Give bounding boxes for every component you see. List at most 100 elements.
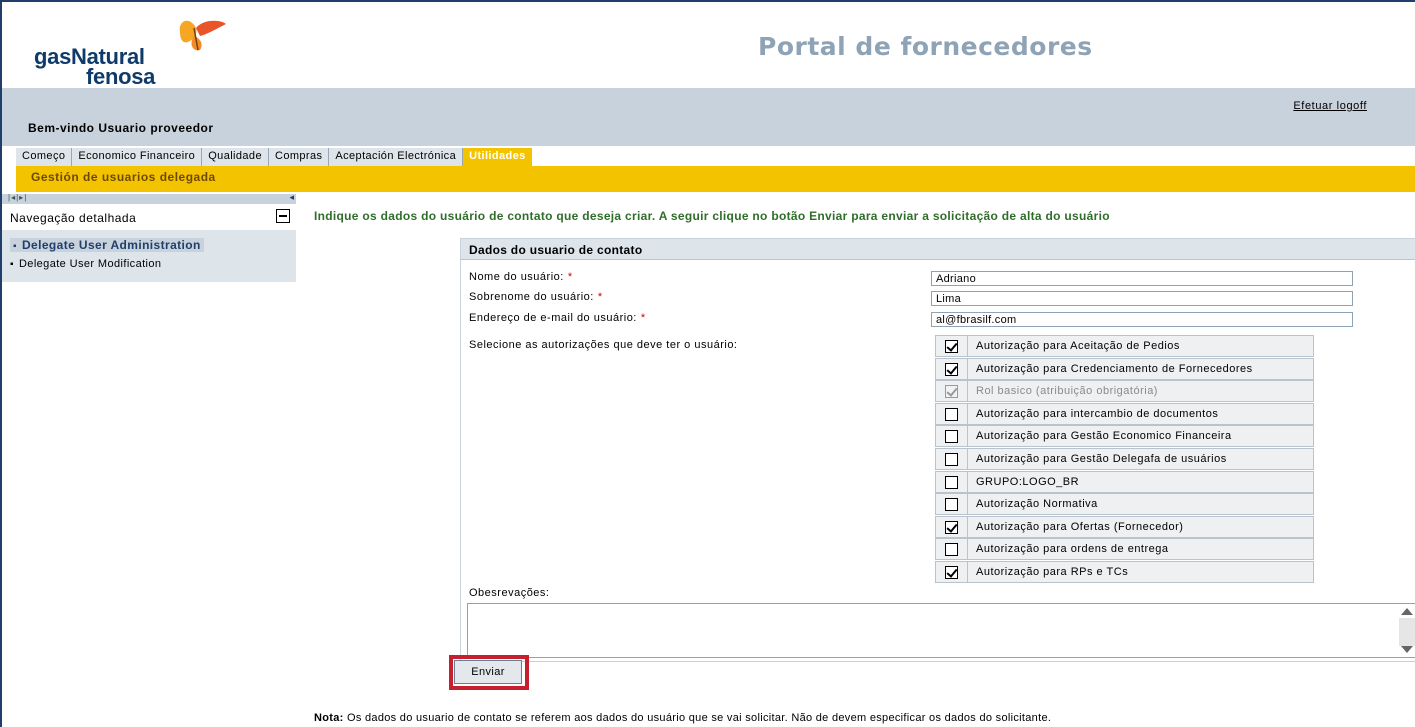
panel-resize-icon[interactable]: |◂|▸| bbox=[8, 193, 27, 202]
bullet-icon: ▪ bbox=[13, 241, 17, 252]
permission-checkbox[interactable] bbox=[945, 407, 958, 421]
scroll-up-icon[interactable] bbox=[1401, 608, 1413, 615]
tab-aceptacion-electronica[interactable]: Aceptación Electrónica bbox=[329, 148, 464, 166]
permission-row: Rol basico (atribuição obrigatória) bbox=[935, 380, 1314, 403]
permission-label: Autorização para intercambio de document… bbox=[976, 407, 1219, 420]
sub-navigation: Gestión de usuarios delegada bbox=[16, 166, 1415, 192]
nav-item-label: Delegate User Modification bbox=[18, 258, 162, 270]
permission-row: Autorização para ordens de entrega bbox=[935, 538, 1314, 561]
permission-checkbox bbox=[945, 385, 958, 399]
footer-note: Nota: Os dados do usuario de contato se … bbox=[314, 712, 1051, 724]
row-divider bbox=[967, 539, 968, 560]
permissions-label: Selecione as autorizações que deve ter o… bbox=[469, 339, 738, 351]
row-divider bbox=[967, 358, 968, 379]
instruction-text: Indique os dados do usuário de contato q… bbox=[314, 209, 1110, 223]
permission-row: Autorização para Aceitação de Pedios bbox=[935, 335, 1314, 357]
header: gasNatural fenosa Portal de fornecedores bbox=[2, 2, 1415, 89]
permissions-list: Autorização para Aceitação de Pedios Auto… bbox=[935, 335, 1314, 583]
row-divider bbox=[967, 562, 968, 582]
required-marker: * bbox=[640, 312, 646, 324]
submit-button[interactable]: Enviar bbox=[454, 660, 522, 684]
note-label: Nota: bbox=[314, 712, 344, 724]
permission-row: Autorização para intercambio de document… bbox=[935, 402, 1314, 425]
row-divider bbox=[967, 494, 968, 515]
permission-checkbox[interactable] bbox=[945, 475, 958, 489]
tab-economico-financeiro[interactable]: Economico Financeiro bbox=[72, 148, 203, 166]
email-label: Endereço de e-mail do usuário: * bbox=[469, 312, 646, 324]
permission-checkbox[interactable] bbox=[945, 498, 958, 512]
tab-utilidades[interactable]: Utilidades bbox=[463, 148, 532, 166]
permission-row: Autorização para Gestão Delegafa de usuá… bbox=[935, 448, 1314, 470]
logo-text-fenosa: fenosa bbox=[86, 64, 156, 89]
panel-collapse-bar: |◂|▸| ◂ bbox=[2, 192, 296, 204]
first-name-input[interactable] bbox=[931, 271, 1353, 286]
permission-checkbox[interactable] bbox=[945, 543, 958, 557]
detail-navigation-panel: |◂|▸| ◂ Navegação detalhada ▪ Delegate Us… bbox=[2, 192, 296, 282]
tab-compras[interactable]: Compras bbox=[268, 148, 330, 166]
permission-row: Autorização Normativa bbox=[935, 493, 1314, 516]
portal-title: Portal de fornecedores bbox=[758, 32, 1093, 61]
permission-label: Autorização Normativa bbox=[976, 498, 1098, 511]
subnav-label: Gestión de usuarios delegada bbox=[31, 170, 216, 184]
bullet-icon: ▪ bbox=[10, 259, 14, 270]
last-name-label: Sobrenome do usuário: * bbox=[469, 291, 603, 303]
contact-user-form: Dados do usuario de contato Nome do usuá… bbox=[460, 238, 1415, 662]
permission-row: Autorização para RPs e TCs bbox=[935, 561, 1314, 583]
row-divider bbox=[967, 381, 968, 402]
row-divider bbox=[967, 403, 968, 424]
permission-label: Autorização para ordens de entrega bbox=[976, 543, 1169, 556]
company-logo: gasNatural fenosa bbox=[34, 16, 234, 89]
permission-label: Autorização para RPs e TCs bbox=[976, 566, 1129, 578]
permission-checkbox[interactable] bbox=[945, 430, 958, 444]
row-divider bbox=[967, 449, 968, 469]
first-name-label: Nome do usuário: * bbox=[469, 271, 573, 283]
permission-row: Autorização para Credenciamento de Forne… bbox=[935, 357, 1314, 380]
permission-label: GRUPO:LOGO_BR bbox=[976, 475, 1080, 488]
permission-checkbox[interactable] bbox=[945, 453, 958, 466]
collapse-left-icon[interactable]: ◂ bbox=[289, 192, 294, 203]
scroll-down-icon[interactable] bbox=[1401, 646, 1413, 653]
permission-label: Autorização para Gestão Economico Financ… bbox=[976, 430, 1232, 443]
first-name-label-text: Nome do usuário: bbox=[469, 271, 564, 283]
welcome-bar: Efetuar logoff Bem-vindo Usuario proveed… bbox=[2, 88, 1415, 146]
row-divider bbox=[967, 336, 968, 356]
logoff-link[interactable]: Efetuar logoff bbox=[1293, 100, 1367, 112]
permission-row: Autorização para Gestão Economico Financ… bbox=[935, 425, 1314, 448]
required-marker: * bbox=[597, 291, 603, 303]
form-title: Dados do usuario de contato bbox=[469, 243, 643, 257]
permission-label: Autorização para Ofertas (Fornecedor) bbox=[976, 520, 1184, 533]
permission-row: GRUPO:LOGO_BR bbox=[935, 470, 1314, 493]
permission-label: Autorização para Gestão Delegafa de usuá… bbox=[976, 453, 1227, 465]
row-divider bbox=[967, 471, 968, 492]
observations-label: Obesrevações: bbox=[469, 587, 550, 599]
row-divider bbox=[967, 426, 968, 447]
last-name-input[interactable] bbox=[931, 291, 1353, 306]
collapse-minus-icon[interactable] bbox=[276, 209, 290, 223]
detail-navigation-title: Navegação detalhada bbox=[10, 211, 137, 225]
subnav-gestion-usuarios[interactable]: Gestión de usuarios delegada bbox=[31, 170, 216, 184]
butterfly-logo-icon bbox=[179, 20, 226, 51]
email-label-text: Endereço de e-mail do usuário: bbox=[469, 312, 637, 324]
permission-checkbox[interactable] bbox=[945, 340, 958, 353]
nav-item-delegate-user-modification[interactable]: ▪ Delegate User Modification bbox=[10, 258, 161, 270]
required-marker: * bbox=[567, 271, 573, 283]
permission-label: Autorização para Aceitação de Pedios bbox=[976, 340, 1180, 352]
row-divider bbox=[967, 516, 968, 537]
permission-label: Rol basico (atribuição obrigatória) bbox=[976, 385, 1158, 398]
nav-item-label: Delegate User Administration bbox=[21, 238, 201, 252]
permission-row: Autorização para Ofertas (Fornecedor) bbox=[935, 515, 1314, 538]
last-name-label-text: Sobrenome do usuário: bbox=[469, 291, 594, 303]
permission-checkbox[interactable] bbox=[945, 362, 958, 376]
nav-item-delegate-user-administration[interactable]: ▪ Delegate User Administration bbox=[10, 238, 204, 252]
email-input[interactable] bbox=[931, 312, 1353, 327]
permission-checkbox[interactable] bbox=[945, 520, 958, 534]
permission-label: Autorização para Credenciamento de Forne… bbox=[976, 362, 1253, 375]
detail-navigation-header: Navegação detalhada bbox=[2, 204, 296, 230]
observations-textarea[interactable] bbox=[467, 603, 1415, 658]
note-text: Os dados do usuario de contato se refere… bbox=[343, 712, 1052, 724]
welcome-text: Bem-vindo Usuario proveedor bbox=[28, 121, 214, 135]
textarea-scrollbar[interactable] bbox=[1399, 618, 1415, 646]
tab-comeco[interactable]: Começo bbox=[16, 148, 73, 166]
tab-qualidade[interactable]: Qualidade bbox=[202, 148, 269, 166]
permission-checkbox[interactable] bbox=[945, 566, 958, 579]
